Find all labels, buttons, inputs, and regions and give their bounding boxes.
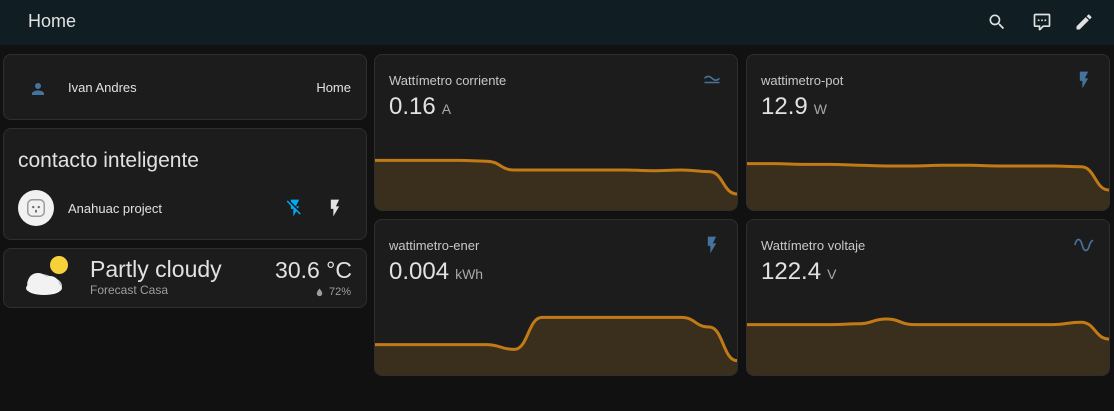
weather-card[interactable]: Partly cloudy Forecast Casa 30.6 °C 72% [3,248,367,308]
graph-area [375,317,737,375]
sensor-unit: V [827,266,837,282]
water-drop-icon [316,287,323,296]
top-app-bar: Home [0,0,1114,45]
sensor-unit: A [441,101,452,117]
sensor-history-graph [747,162,1109,210]
sensor-card-ener[interactable]: wattimetro-ener 0.004 kWh [374,219,738,376]
flash-icon [701,234,723,256]
partly-cloudy-icon [18,251,74,301]
sensor-value: 0.004 kWh [389,258,484,285]
sensor-unit: kWh [455,266,484,282]
graph-area [747,163,1109,210]
sensor-name: Wattímetro corriente [389,73,507,88]
sensor-value: 122.4 V [761,258,837,285]
sine-wave-icon [1073,234,1095,256]
graph-area [747,319,1109,375]
sensor-value: 0.16 A [389,93,452,120]
sensor-name: Wattímetro voltaje [761,238,866,253]
pencil-icon[interactable] [1072,10,1096,34]
sensor-unit: W [813,101,827,117]
sensor-card-pot[interactable]: wattimetro-pot 12.9 W [746,54,1110,211]
assist-icon[interactable] [1030,10,1054,34]
flash-icon [1073,69,1095,91]
device-name: Anahuac project [68,201,162,216]
account-icon [26,77,50,101]
sensor-card-voltaje[interactable]: Wattímetro voltaje 122.4 V [746,219,1110,376]
sensor-card-corriente[interactable]: Wattímetro corriente 0.16 A [374,54,738,211]
weather-humidity: 72% [314,286,351,298]
sensor-history-graph [375,158,737,210]
sensor-history-graph [375,315,737,375]
sensor-name: wattimetro-pot [761,73,844,88]
weather-temperature: 30.6 °C [275,257,352,283]
person-name: Ivan Andres [68,80,137,95]
person-state: Home [316,80,351,95]
power-socket-icon[interactable] [18,190,54,226]
sensor-value: 12.9 W [761,93,827,120]
sensor-history-graph [747,317,1109,375]
contacto-card: contacto inteligente Anahuac project [3,128,367,240]
person-card[interactable]: Ivan Andres Home [3,54,367,120]
search-icon[interactable] [985,10,1009,34]
page-title: Home [28,11,77,31]
graph-area [375,160,737,210]
humidity-value: 72% [328,286,351,298]
sensor-name: wattimetro-ener [389,238,480,253]
flash-icon[interactable] [322,195,348,221]
weather-entity-name: Forecast Casa [90,283,169,297]
weather-state: Partly cloudy [90,256,222,282]
current-ac-icon [701,69,723,91]
flash-off-icon[interactable] [282,195,308,221]
card-title: contacto inteligente [18,149,199,172]
